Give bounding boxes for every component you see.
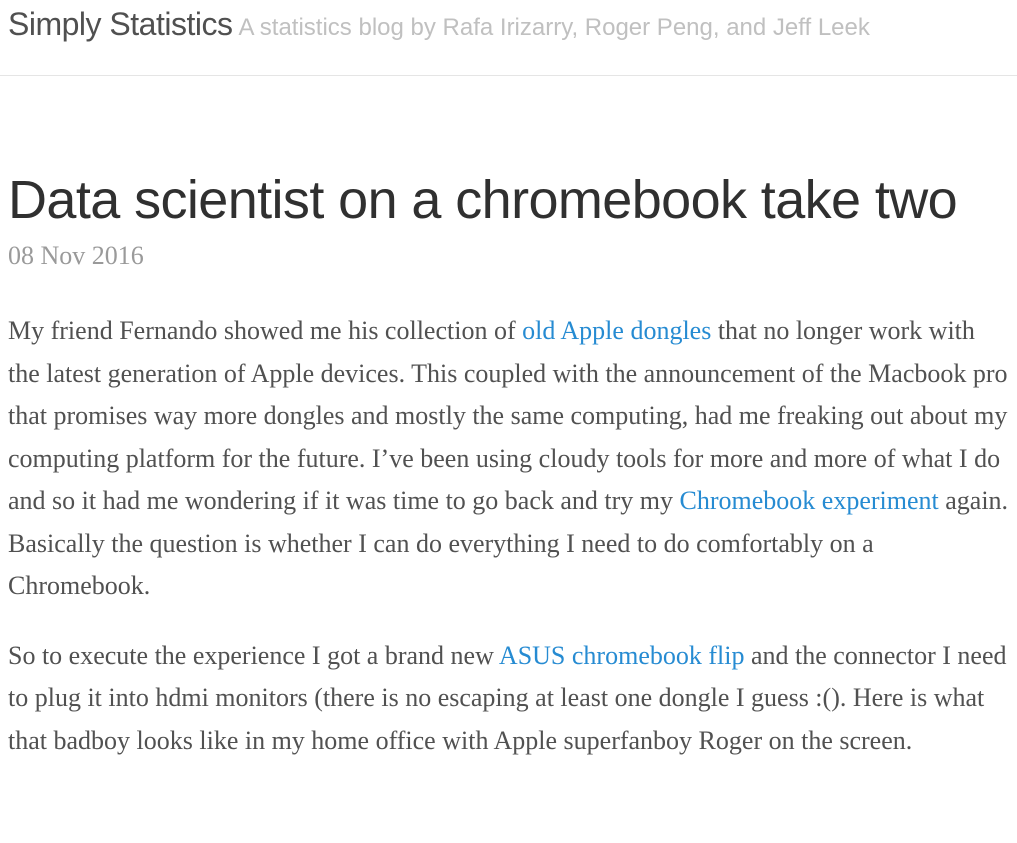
paragraph-2-text-a: So to execute the experience I got a bra… (8, 640, 499, 670)
site-title-link[interactable]: Simply Statistics (8, 6, 233, 42)
site-tagline: A statistics blog by Rafa Irizarry, Roge… (238, 14, 870, 41)
chromebook-experiment-link[interactable]: Chromebook experiment (680, 486, 939, 515)
paragraph-2: So to execute the experience I got a bra… (8, 635, 1013, 763)
paragraph-1-text-a: My friend Fernando showed me his collect… (8, 316, 523, 345)
asus-chromebook-flip-link[interactable]: ASUS chromebook flip (499, 641, 745, 670)
post-date: 08 Nov 2016 (8, 241, 144, 270)
post-body: My friend Fernando showed me his collect… (8, 310, 1013, 762)
old-apple-dongles-link[interactable]: old Apple dongles (522, 316, 711, 345)
paragraph-1: My friend Fernando showed me his collect… (8, 310, 1013, 608)
blog-post: Data scientist on a chromebook take two … (8, 164, 1013, 762)
masthead: Simply Statistics A statistics blog by Ra… (8, 6, 870, 43)
post-title: Data scientist on a chromebook take two (8, 170, 958, 230)
site-header: Simply Statistics A statistics blog by Ra… (0, 0, 1017, 76)
